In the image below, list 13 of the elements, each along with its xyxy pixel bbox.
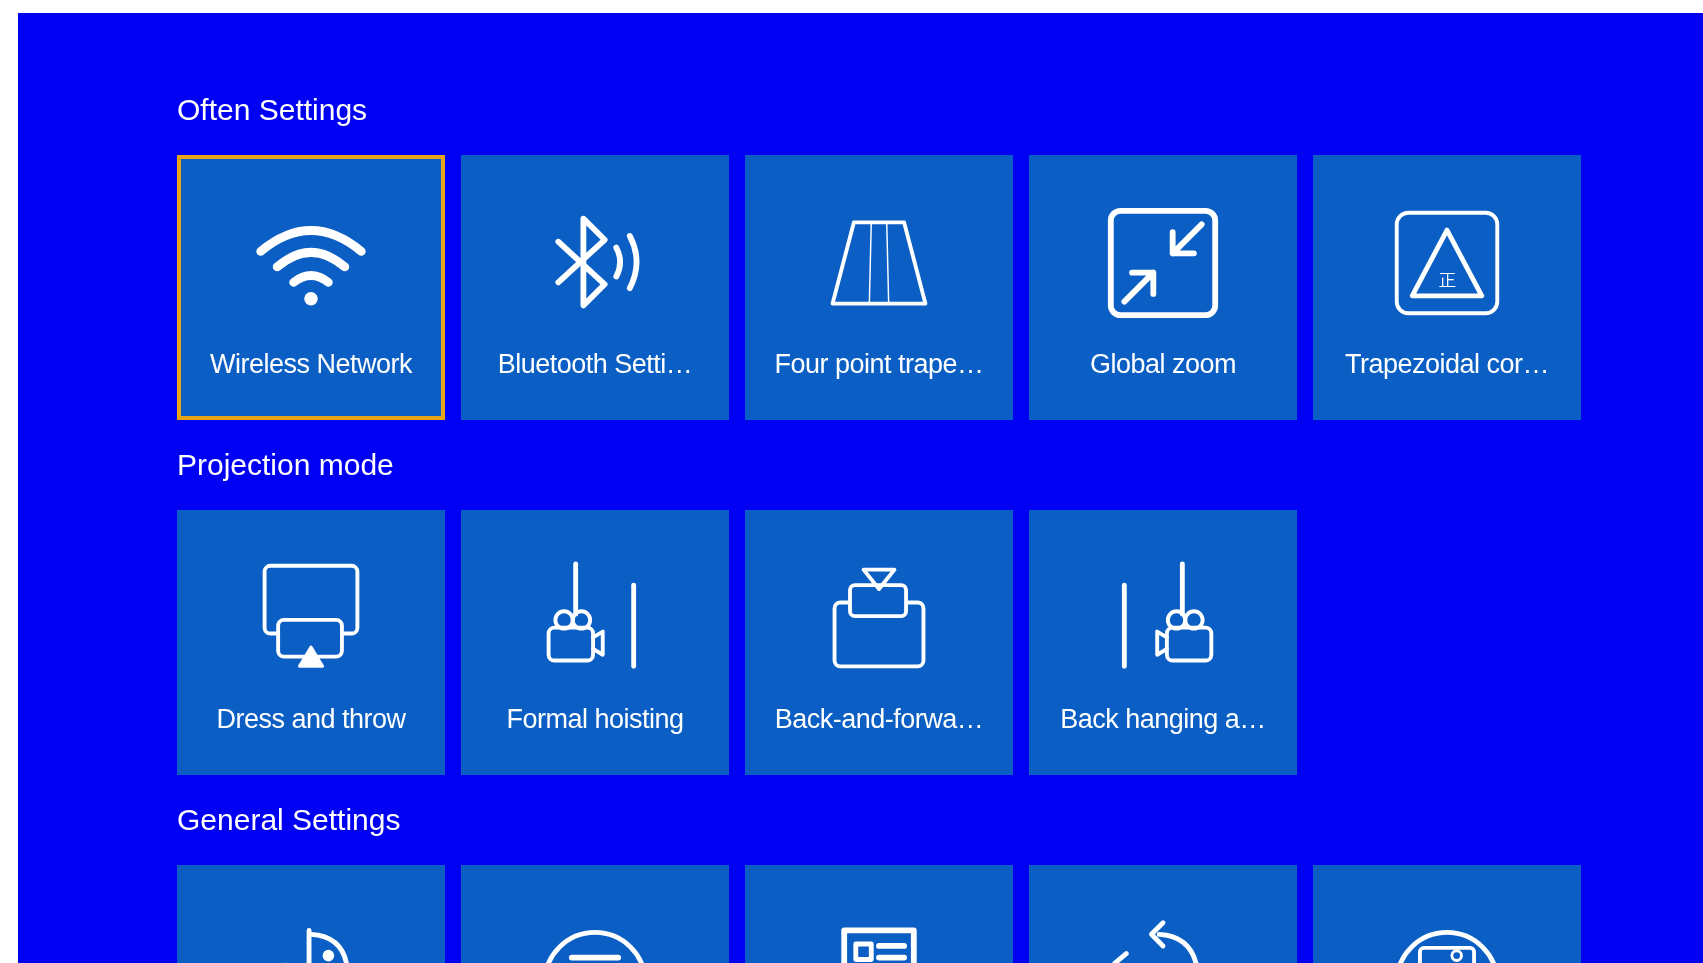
shrink-arrows-icon	[1105, 205, 1221, 321]
section-heading: Projection mode	[177, 448, 394, 482]
settings-tile[interactable]: Dress and throw	[177, 510, 445, 775]
settings-tile[interactable]: Formal hoisting	[461, 510, 729, 775]
settings-tile[interactable]: Back hanging a…	[1029, 510, 1297, 775]
settings-tile[interactable]: 正 Trapezoidal cor…	[1313, 155, 1581, 420]
settings-tile[interactable]: Bluetooth Setti…	[461, 155, 729, 420]
settings-tile[interactable]: Four point trape…	[745, 155, 1013, 420]
settings-tile[interactable]: Global zoom	[1029, 155, 1297, 420]
section-heading: Often Settings	[177, 93, 368, 127]
section-heading: General Settings	[177, 803, 401, 837]
settings-tile[interactable]: Back-and-forwa…	[745, 510, 1013, 775]
settings-tile[interactable]: Wireless Network	[177, 155, 445, 420]
